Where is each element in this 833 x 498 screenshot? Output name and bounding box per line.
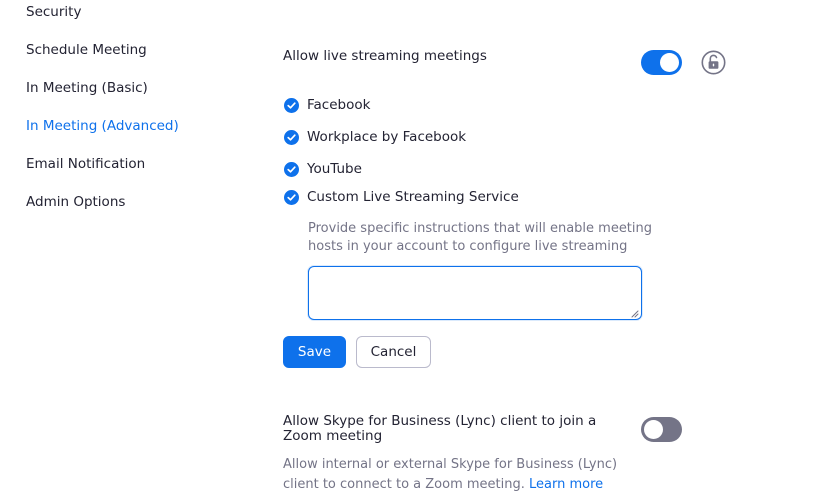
live-streaming-toggle[interactable] <box>641 50 682 75</box>
checkmark-icon <box>284 97 299 113</box>
checkbox-label-workplace: Workplace by Facebook <box>307 129 467 145</box>
skype-desc-line-2: client to connect to a Zoom meeting. Lea… <box>283 475 623 495</box>
custom-instructions-textarea[interactable] <box>308 266 642 320</box>
skype-setting-title: Allow Skype for Business (Lync) client t… <box>283 413 597 444</box>
checkbox-label-custom: Custom Live Streaming Service <box>307 189 519 205</box>
checkmark-icon <box>284 161 299 177</box>
sidebar-item-email-notification[interactable]: Email Notification <box>26 156 145 172</box>
resize-grip-icon[interactable] <box>630 309 639 318</box>
checkbox-workplace-by-facebook[interactable]: Workplace by Facebook <box>284 129 466 145</box>
sidebar-item-in-meeting-basic[interactable]: In Meeting (Basic) <box>26 80 148 96</box>
sidebar-item-in-meeting-advanced[interactable]: In Meeting (Advanced) <box>26 118 179 134</box>
sidebar-item-admin-options[interactable]: Admin Options <box>26 194 125 210</box>
checkbox-label-youtube: YouTube <box>307 161 362 177</box>
skype-desc-line-1: Allow internal or external Skype for Bus… <box>283 457 618 472</box>
custom-service-instructions: Provide specific instructions that will … <box>308 220 653 256</box>
toggle-knob <box>660 53 679 72</box>
learn-more-link[interactable]: Learn more <box>529 477 603 492</box>
instructions-line-2: hosts in your account to configure live … <box>308 239 628 254</box>
sidebar-item-schedule-meeting[interactable]: Schedule Meeting <box>26 42 147 58</box>
skype-toggle[interactable] <box>641 417 682 442</box>
instructions-line-1: Provide specific instructions that will … <box>308 221 653 236</box>
toggle-knob <box>644 420 663 439</box>
checkbox-youtube[interactable]: YouTube <box>284 161 362 177</box>
cancel-button[interactable]: Cancel <box>356 336 431 368</box>
live-streaming-setting-title: Allow live streaming meetings <box>283 48 487 64</box>
settings-sidebar: Security Schedule Meeting In Meeting (Ba… <box>0 0 260 498</box>
checkmark-icon <box>284 129 299 145</box>
sidebar-item-security[interactable]: Security <box>26 4 81 20</box>
skype-setting-description: Allow internal or external Skype for Bus… <box>283 455 623 495</box>
unlocked-padlock-icon[interactable] <box>701 50 726 75</box>
checkmark-icon <box>284 189 299 205</box>
save-button[interactable]: Save <box>283 336 346 368</box>
checkbox-label-facebook: Facebook <box>307 97 371 113</box>
skype-desc-text: client to connect to a Zoom meeting. <box>283 477 525 492</box>
checkbox-custom-live-streaming[interactable]: Custom Live Streaming Service <box>284 189 519 205</box>
checkbox-facebook[interactable]: Facebook <box>284 97 370 113</box>
